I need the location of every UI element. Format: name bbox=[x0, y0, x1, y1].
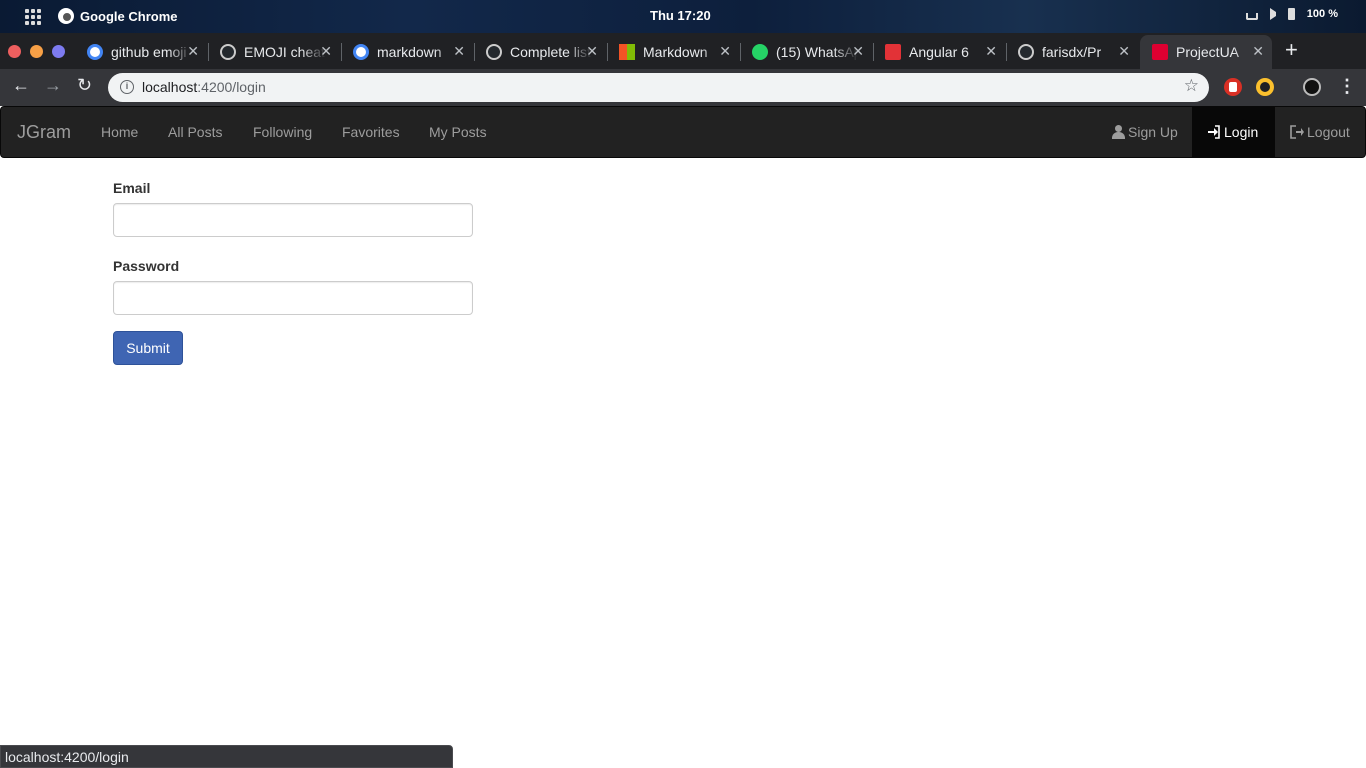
browser-menu-icon[interactable]: ⋮ bbox=[1338, 76, 1356, 97]
browser-toolbar: ← → ↻ i localhost:4200/login ☆ ⋮ bbox=[0, 69, 1366, 106]
password-field[interactable] bbox=[113, 281, 473, 315]
tab-close-icon[interactable]: ✕ bbox=[320, 43, 332, 60]
google-favicon-icon bbox=[87, 44, 103, 60]
github-favicon-icon bbox=[220, 44, 236, 60]
chrome-icon bbox=[58, 8, 74, 24]
battery-icon bbox=[1287, 8, 1295, 20]
address-bar[interactable]: i localhost:4200/login ☆ bbox=[108, 73, 1209, 102]
browser-tab[interactable]: Angular 6 ✕ bbox=[873, 35, 1005, 69]
close-window-button[interactable] bbox=[8, 45, 21, 58]
tab-close-icon[interactable]: ✕ bbox=[453, 43, 465, 60]
login-icon bbox=[1207, 125, 1221, 139]
browser-tab[interactable]: EMOJI cheat sheet ✕ bbox=[208, 35, 340, 69]
tab-strip: github emoji ✕ EMOJI cheat sheet ✕ markd… bbox=[0, 33, 1366, 69]
page-content: JGram Home All Posts Following Favorites… bbox=[0, 106, 1366, 768]
email-label: Email bbox=[113, 180, 151, 196]
app-navbar: JGram Home All Posts Following Favorites… bbox=[0, 106, 1366, 158]
tab-close-icon[interactable]: ✕ bbox=[985, 43, 997, 60]
clock[interactable]: Thu 17:20 bbox=[650, 8, 711, 23]
github-favicon-icon bbox=[486, 44, 502, 60]
browser-tab[interactable]: github emoji ✕ bbox=[75, 35, 207, 69]
microsoft-favicon-icon bbox=[619, 44, 635, 60]
tab-close-icon[interactable]: ✕ bbox=[187, 43, 199, 60]
extension-icon[interactable] bbox=[1256, 78, 1274, 96]
bookmark-star-icon[interactable]: ☆ bbox=[1184, 76, 1199, 96]
navbar-brand[interactable]: JGram bbox=[17, 122, 71, 143]
google-favicon-icon bbox=[353, 44, 369, 60]
tab-close-icon[interactable]: ✕ bbox=[719, 43, 731, 60]
nav-link-following[interactable]: Following bbox=[253, 124, 312, 140]
system-tray[interactable]: 100 % bbox=[1245, 8, 1338, 20]
forward-arrow-icon[interactable]: → bbox=[44, 75, 62, 96]
network-icon bbox=[1245, 12, 1258, 20]
nav-link-all-posts[interactable]: All Posts bbox=[168, 124, 222, 140]
tab-title: Markdown bbox=[643, 44, 708, 60]
tab-close-icon[interactable]: ✕ bbox=[1252, 43, 1264, 60]
url-text[interactable]: localhost:4200/login bbox=[142, 79, 266, 95]
browser-tab[interactable]: (15) WhatsApp ✕ bbox=[740, 35, 872, 69]
browser-tab[interactable]: farisdx/Pr ✕ bbox=[1006, 35, 1138, 69]
active-app-menu[interactable]: Google Chrome bbox=[58, 8, 178, 24]
logout-label: Logout bbox=[1307, 124, 1350, 140]
adblock-extension-icon[interactable] bbox=[1224, 78, 1242, 96]
maximize-window-button[interactable] bbox=[52, 45, 65, 58]
back-arrow-icon[interactable]: ← bbox=[12, 75, 30, 96]
nav-link-home[interactable]: Home bbox=[101, 124, 138, 140]
login-label: Login bbox=[1224, 124, 1259, 140]
submit-button[interactable]: Submit bbox=[113, 331, 183, 365]
browser-tab[interactable]: markdown ✕ bbox=[341, 35, 473, 69]
new-tab-button[interactable]: + bbox=[1285, 37, 1298, 63]
signup-label: Sign Up bbox=[1128, 124, 1178, 140]
nav-login[interactable]: Login bbox=[1192, 107, 1275, 157]
os-top-bar: Google Chrome Thu 17:20 100 % bbox=[0, 0, 1366, 33]
tab-title: farisdx/Pr bbox=[1042, 44, 1102, 60]
email-field[interactable] bbox=[113, 203, 473, 237]
nav-logout[interactable]: Logout bbox=[1275, 107, 1365, 157]
browser-tab[interactable]: Complete list ✕ bbox=[474, 35, 606, 69]
nav-signup[interactable]: Sign Up bbox=[1096, 107, 1193, 157]
tab-close-icon[interactable]: ✕ bbox=[586, 43, 598, 60]
browser-tab-active[interactable]: ProjectUA ✕ bbox=[1140, 35, 1272, 69]
tab-title: Complete list bbox=[510, 44, 591, 60]
nav-link-favorites[interactable]: Favorites bbox=[342, 124, 400, 140]
tab-title: EMOJI cheat sheet bbox=[244, 44, 326, 60]
app-grid-icon[interactable] bbox=[25, 9, 41, 25]
whatsapp-favicon-icon bbox=[752, 44, 768, 60]
tab-title: github emoji bbox=[111, 44, 187, 60]
tab-title: ProjectUA bbox=[1176, 44, 1240, 60]
browser-tab[interactable]: Markdown ✕ bbox=[607, 35, 739, 69]
angular-university-favicon-icon bbox=[885, 44, 901, 60]
tab-title: markdown bbox=[377, 44, 442, 60]
login-form: Email Password Submit bbox=[113, 180, 473, 365]
tab-title: (15) WhatsApp bbox=[776, 44, 858, 60]
angular-favicon-icon bbox=[1152, 44, 1168, 60]
reload-icon[interactable]: ↻ bbox=[77, 75, 92, 96]
nav-link-my-posts[interactable]: My Posts bbox=[429, 124, 487, 140]
battery-percent: 100 % bbox=[1306, 8, 1338, 20]
profile-avatar-icon[interactable] bbox=[1303, 78, 1321, 96]
active-app-name: Google Chrome bbox=[80, 8, 178, 24]
site-info-icon[interactable]: i bbox=[120, 80, 134, 94]
tab-close-icon[interactable]: ✕ bbox=[852, 43, 864, 60]
minimize-window-button[interactable] bbox=[30, 45, 43, 58]
logout-icon bbox=[1290, 125, 1304, 139]
password-label: Password bbox=[113, 258, 180, 274]
status-bubble: localhost:4200/login bbox=[0, 745, 453, 768]
volume-icon bbox=[1269, 8, 1276, 20]
tab-title: Angular 6 bbox=[909, 44, 969, 60]
github-favicon-icon bbox=[1018, 44, 1034, 60]
user-icon bbox=[1111, 125, 1125, 139]
tab-close-icon[interactable]: ✕ bbox=[1118, 43, 1130, 60]
